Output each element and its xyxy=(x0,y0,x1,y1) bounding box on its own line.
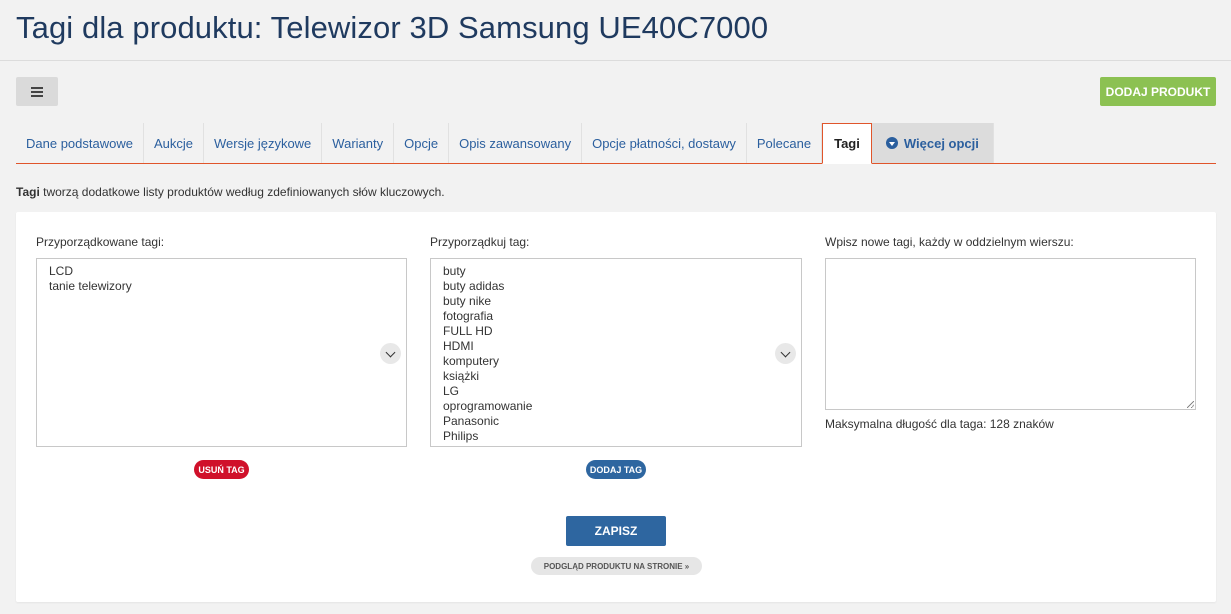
tab-opcje-platnosci-dostawy[interactable]: Opcje płatności, dostawy xyxy=(582,123,747,163)
menu-toggle-button[interactable] xyxy=(16,77,58,106)
tab-wiecej-opcji-label: Więcej opcji xyxy=(903,135,979,151)
list-item[interactable]: buty nike xyxy=(431,294,801,309)
page-header: Tagi dla produktu: Telewizor 3D Samsung … xyxy=(0,0,1231,61)
max-length-note: Maksymalna długość dla taga: 128 znaków xyxy=(825,417,1054,431)
chevron-down-icon[interactable] xyxy=(775,343,796,364)
list-item[interactable]: tanie telewizory xyxy=(37,279,406,294)
assign-tag-label: Przyporządkuj tag: xyxy=(430,235,530,249)
remove-tag-button[interactable]: USUŃ TAG xyxy=(194,460,249,479)
available-tags-list[interactable]: buty buty adidas buty nike fotografia FU… xyxy=(430,258,802,447)
list-item[interactable]: FULL HD xyxy=(431,324,801,339)
list-item[interactable]: HDMI xyxy=(431,339,801,354)
tags-panel: Przyporządkowane tagi: LCD tanie telewiz… xyxy=(16,212,1216,602)
resize-handle-icon[interactable] xyxy=(1187,401,1194,408)
new-tags-label: Wpisz nowe tagi, każdy w oddzielnym wier… xyxy=(825,235,1074,249)
add-tag-button[interactable]: DODAJ TAG xyxy=(586,460,646,479)
tab-opis-zawansowany[interactable]: Opis zawansowany xyxy=(449,123,583,163)
list-item[interactable]: Philips xyxy=(431,429,801,444)
list-item[interactable]: oprogramowanie xyxy=(431,399,801,414)
list-item[interactable]: buty xyxy=(431,264,801,279)
tab-aukcje[interactable]: Aukcje xyxy=(143,123,204,163)
chevron-down-icon[interactable] xyxy=(380,343,401,364)
tab-wersje-jezykowe[interactable]: Wersje językowe xyxy=(204,123,323,163)
tab-dane-podstawowe[interactable]: Dane podstawowe xyxy=(16,123,144,163)
add-product-button[interactable]: DODAJ PRODUKT xyxy=(1100,77,1216,106)
tags-description: Tagi tworzą dodatkowe listy produktów we… xyxy=(16,185,445,199)
tab-warianty[interactable]: Warianty xyxy=(322,123,395,163)
list-item[interactable]: fotografia xyxy=(431,309,801,324)
assigned-tags-label: Przyporządkowane tagi: xyxy=(36,235,165,249)
list-item[interactable]: LCD xyxy=(37,264,406,279)
list-item[interactable]: Panasonic xyxy=(431,414,801,429)
circle-chevron-down-icon xyxy=(885,137,898,149)
preview-product-button[interactable]: PODGLĄD PRODUKTU NA STRONIE » xyxy=(531,557,702,575)
tags-description-text: tworzą dodatkowe listy produktów według … xyxy=(39,185,445,199)
tab-opcje[interactable]: Opcje xyxy=(394,123,450,163)
hamburger-icon xyxy=(31,86,43,97)
save-button[interactable]: ZAPISZ xyxy=(566,516,666,546)
tab-wiecej-opcji[interactable]: Więcej opcji xyxy=(871,123,994,163)
list-item[interactable]: LG xyxy=(431,384,801,399)
page-title: Tagi dla produktu: Telewizor 3D Samsung … xyxy=(16,10,769,45)
tab-tagi[interactable]: Tagi xyxy=(822,123,872,164)
tags-description-bold: Tagi xyxy=(16,185,40,199)
list-item[interactable]: komputery xyxy=(431,354,801,369)
assigned-tags-list[interactable]: LCD tanie telewizory xyxy=(36,258,407,447)
tab-polecane[interactable]: Polecane xyxy=(746,123,823,163)
new-tags-textarea[interactable] xyxy=(825,258,1196,410)
list-item[interactable]: książki xyxy=(431,369,801,384)
tab-bar: Dane podstawowe Aukcje Wersje językowe W… xyxy=(16,123,1216,164)
list-item[interactable]: buty adidas xyxy=(431,279,801,294)
